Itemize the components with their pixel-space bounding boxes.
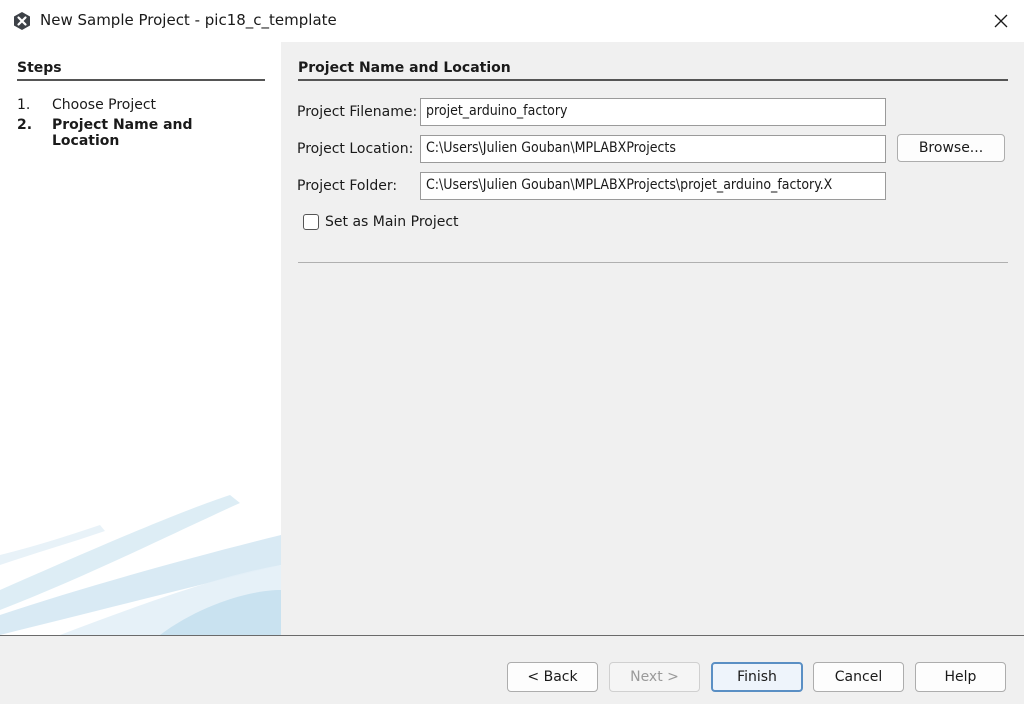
step-number: 2. bbox=[17, 117, 33, 133]
cancel-button[interactable]: Cancel bbox=[813, 662, 904, 692]
title-bar: New Sample Project - pic18_c_template bbox=[0, 0, 1024, 42]
form-divider bbox=[298, 262, 1008, 263]
section-divider bbox=[298, 79, 1008, 81]
finish-button[interactable]: Finish bbox=[711, 662, 803, 692]
steps-divider bbox=[17, 79, 265, 81]
help-button[interactable]: Help bbox=[915, 662, 1006, 692]
form-panel: Project Name and Location Project Filena… bbox=[281, 42, 1024, 635]
step-label: Project Name and Location bbox=[52, 117, 193, 149]
window-title: New Sample Project - pic18_c_template bbox=[40, 11, 337, 29]
main-project-checkbox[interactable] bbox=[303, 214, 319, 230]
step-project-name-location: 2. Project Name and Location bbox=[17, 117, 212, 149]
next-button[interactable]: Next > bbox=[609, 662, 700, 692]
step-label: Choose Project bbox=[52, 97, 157, 113]
main-project-label[interactable]: Set as Main Project bbox=[325, 214, 459, 230]
project-location-input[interactable]: C:\Users\Julien Gouban\MPLABXProjects bbox=[420, 135, 886, 163]
back-button[interactable]: < Back bbox=[507, 662, 598, 692]
project-location-label: Project Location: bbox=[297, 141, 414, 157]
project-filename-label: Project Filename: bbox=[297, 104, 418, 120]
close-button[interactable] bbox=[978, 0, 1024, 42]
mplab-x-icon bbox=[14, 12, 30, 30]
section-heading: Project Name and Location bbox=[298, 60, 511, 76]
steps-panel: Steps 1. Choose Project 2. Project Name an… bbox=[0, 42, 281, 635]
close-icon bbox=[994, 14, 1008, 28]
button-bar: < Back Next > Finish Cancel Help bbox=[0, 636, 1024, 704]
steps-heading: Steps bbox=[17, 60, 62, 76]
project-folder-input[interactable]: C:\Users\Julien Gouban\MPLABXProjects\pr… bbox=[420, 172, 886, 200]
project-filename-input[interactable]: projet_arduino_factory bbox=[420, 98, 886, 126]
browse-button[interactable]: Browse... bbox=[897, 134, 1005, 162]
decorative-swoosh bbox=[0, 495, 281, 635]
step-number: 1. bbox=[17, 97, 31, 113]
step-choose-project: 1. Choose Project bbox=[17, 97, 252, 113]
main-project-option[interactable]: Set as Main Project bbox=[303, 214, 459, 230]
project-folder-label: Project Folder: bbox=[297, 178, 398, 194]
